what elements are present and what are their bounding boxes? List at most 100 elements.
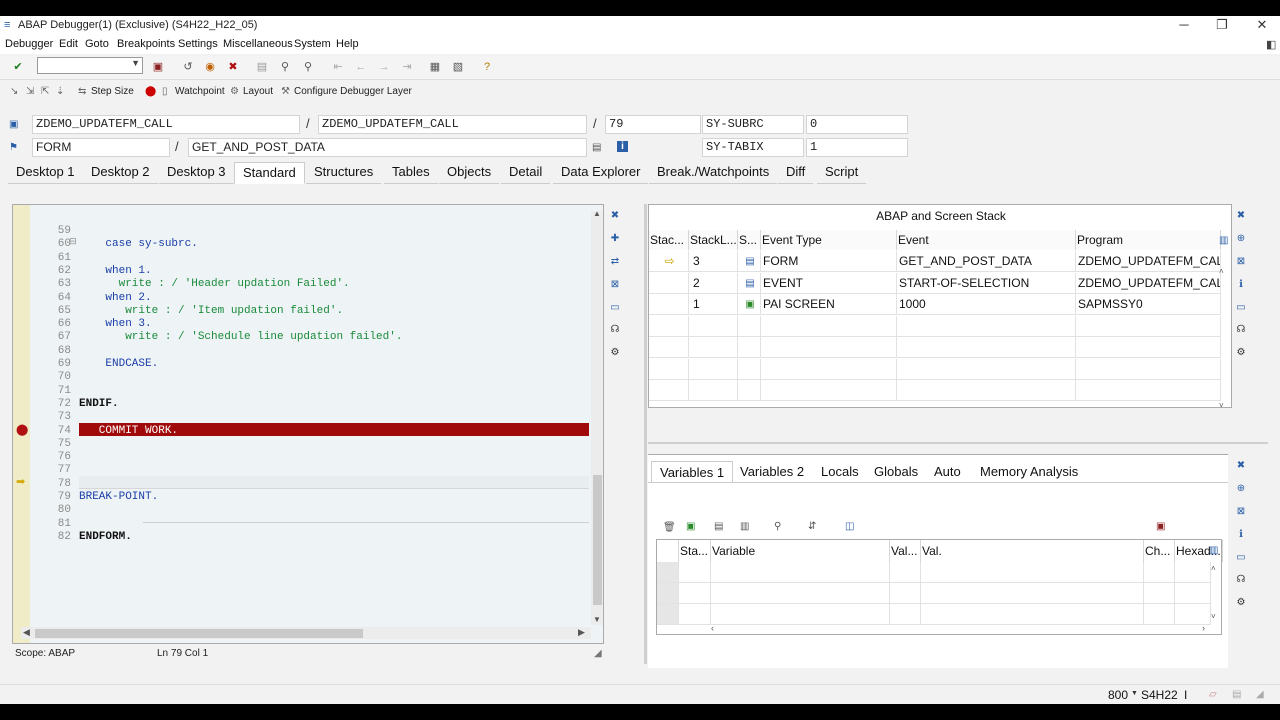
swap-tool-icon[interactable]: ▭ [1234,301,1248,315]
row-selector[interactable] [657,604,679,625]
tab-variables-1[interactable]: Variables 1 [651,461,734,483]
stack-cell[interactable] [649,316,689,337]
menu-edit[interactable]: Edit [59,38,78,50]
stack-cell[interactable] [649,380,689,401]
watchpoint-button[interactable]: ▯ Watchpoint [162,86,225,97]
stack-cell[interactable] [897,316,1076,337]
stack-cell[interactable] [897,337,1076,358]
next-page-icon[interactable]: → [377,60,391,74]
enter-icon[interactable]: ✔ [11,60,25,74]
stack-cell[interactable]: 2 [689,273,738,294]
vertical-scroll-thumb[interactable] [593,475,602,605]
menu-settings[interactable]: Settings [178,38,218,50]
services-tool-icon[interactable]: ☊ [1234,323,1248,337]
menu-help[interactable]: Help [336,38,359,50]
current-stack-arrow-icon[interactable]: ⇨ [649,251,689,272]
tab-tables[interactable]: Tables [384,162,438,184]
column-header-event-type[interactable]: Event Type [761,230,897,250]
column-header-program[interactable]: Program [1076,230,1221,250]
delete-variable-icon[interactable]: 🗑 [663,522,676,533]
back-icon[interactable]: ↺ [181,60,195,74]
code-line[interactable]: ENDFORM. [79,531,132,543]
variable-cell[interactable] [921,604,1144,625]
variable-cell[interactable] [679,562,711,583]
code-line[interactable]: ENDCASE. [79,358,158,370]
session-breakpoint-icon[interactable]: ⬤ [16,423,28,436]
find-icon[interactable]: ⚲ [278,60,292,74]
sort-variable-icon[interactable]: ⇵ [808,521,816,532]
settings-tool-icon[interactable]: ⚙ [1234,346,1248,360]
variable-cell[interactable] [679,583,711,604]
scroll-right-icon[interactable]: › [1202,623,1205,633]
resize-grip-icon[interactable]: ◢ [594,648,602,659]
code-line[interactable]: ENDIF. [79,398,119,410]
info-tool-icon[interactable]: ℹ [1234,528,1248,542]
column-header-change[interactable]: Ch... [1144,540,1175,562]
tab-desktop-2[interactable]: Desktop 2 [83,162,158,184]
stack-cell[interactable] [1076,380,1221,401]
print-icon[interactable]: ▤ [255,60,269,74]
variable-cell[interactable] [1144,604,1175,625]
stack-cell[interactable]: GET_AND_POST_DATA [897,251,1076,272]
execute-icon[interactable]: ⇲ [26,86,39,97]
stack-cell[interactable]: 1 [689,294,738,315]
column-header-s[interactable]: S... [738,230,761,250]
stack-cell[interactable]: 1000 [897,294,1076,315]
stack-cell[interactable] [761,316,897,337]
new-tool-icon[interactable]: ⊕ [1234,232,1248,246]
variable-cell[interactable] [1144,562,1175,583]
step-size-button[interactable]: ⇆ Step Size [78,86,134,97]
stack-cell[interactable] [897,359,1076,380]
configure-layer-button[interactable]: ⚒ Configure Debugger Layer [281,86,412,97]
variable-cell[interactable] [1175,604,1211,625]
horizontal-splitter[interactable] [648,442,1268,444]
continue-icon[interactable]: ⇣ [56,86,69,97]
variable-cell[interactable] [890,562,921,583]
tab-locals[interactable]: Locals [813,461,867,483]
find-next-icon[interactable]: ⚲ [301,60,315,74]
stack-cell[interactable]: SAPMSSY0 [1076,294,1221,315]
variable-cell[interactable] [711,562,890,583]
tab-objects[interactable]: Objects [439,162,500,184]
event-name-field[interactable]: GET_AND_POST_DATA [188,138,587,157]
horizontal-scroll-thumb[interactable] [35,629,363,638]
new-session-icon[interactable]: ▦ [428,60,442,74]
sy-tabix-value[interactable]: 1 [806,138,908,157]
single-step-icon[interactable]: ↘ [10,86,23,97]
tab-detail[interactable]: Detail [501,162,551,184]
column-settings-icon[interactable]: ▥ [1219,235,1228,246]
code-line[interactable]: when 1. [79,265,151,277]
scroll-up-icon[interactable]: ˄ [1211,564,1216,573]
code-line[interactable]: write : / 'Schedule line updation failed… [79,331,402,343]
scroll-down-icon[interactable]: ▼ [593,615,601,624]
save-icon[interactable]: ▣ [151,60,165,74]
code-line[interactable]: BREAK-POINT. [79,491,158,503]
first-page-icon[interactable]: ⇤ [331,60,345,74]
save-variables-icon[interactable]: ▣ [1156,521,1165,532]
column-header-variable[interactable]: Variable [711,540,890,562]
minimize-button[interactable]: ─ [1164,17,1204,35]
chevron-down-icon[interactable]: ▼ [131,58,140,68]
stack-cell[interactable] [897,380,1076,401]
replace-tool-icon[interactable]: ⊠ [1234,255,1248,269]
tab-auto[interactable]: Auto [926,461,969,483]
chevron-down-icon[interactable]: ▼ [1131,690,1138,697]
last-page-icon[interactable]: ⇥ [400,60,414,74]
tab-data-explorer[interactable]: Data Explorer [553,162,649,184]
stack-cell[interactable] [689,337,738,358]
column-settings-icon[interactable]: ▥ [1209,545,1218,556]
swap-tool-icon[interactable]: ▭ [1234,551,1248,565]
detail-variable-icon[interactable]: ▥ [740,521,749,532]
sap-menu-icon[interactable]: ◧ [1266,38,1276,51]
new-tool-icon[interactable]: ✚ [608,232,622,246]
info-icon[interactable]: i [617,141,628,152]
code-line[interactable]: COMMIT WORK. [79,425,178,437]
stack-cell[interactable] [689,359,738,380]
code-line[interactable]: write : / 'Header updation Failed'. [79,278,350,290]
tab-structures[interactable]: Structures [306,162,382,184]
code-line[interactable]: case sy-subrc. [79,238,197,250]
stack-cell[interactable]: 3 [689,251,738,272]
tab-desktop-1[interactable]: Desktop 1 [8,162,83,184]
info-tool-icon[interactable]: ℹ [1234,278,1248,292]
vertical-splitter[interactable] [644,204,647,664]
